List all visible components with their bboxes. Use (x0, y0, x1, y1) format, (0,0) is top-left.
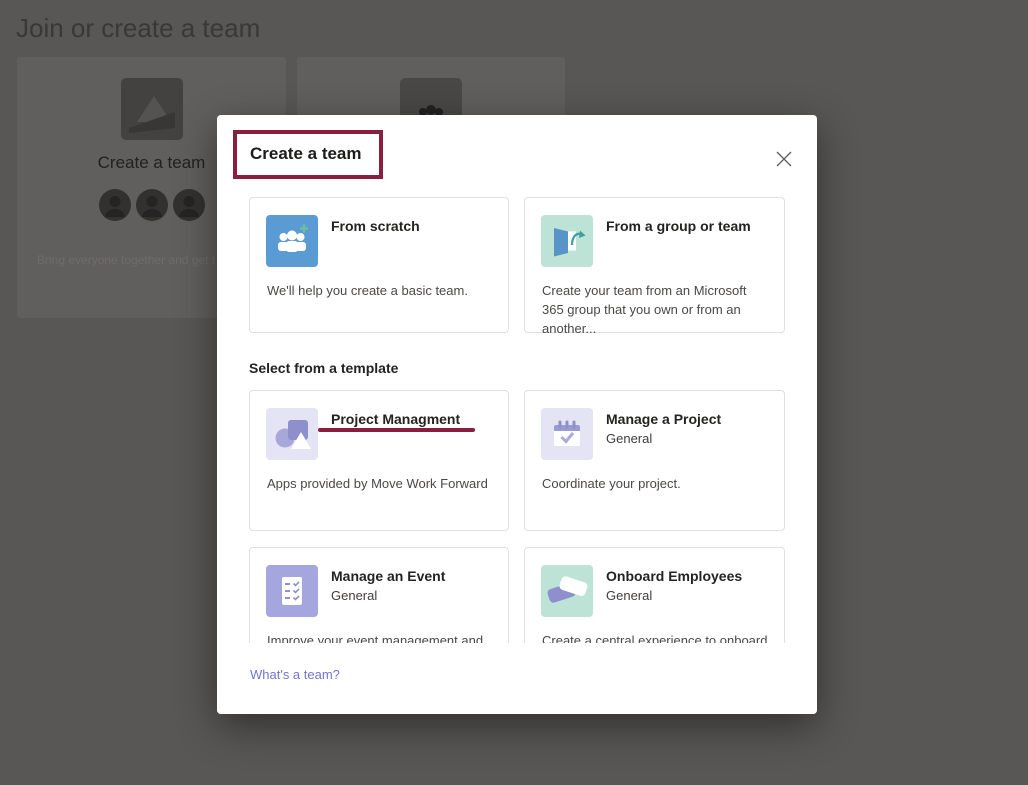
template-subtitle: General (606, 431, 652, 446)
people-add-icon (266, 215, 318, 267)
handshake-icon (541, 565, 593, 617)
annotation-underline (318, 428, 475, 432)
close-icon (775, 150, 793, 168)
template-subtitle: General (606, 588, 652, 603)
calendar-check-icon (541, 408, 593, 460)
option-title: From scratch (331, 218, 420, 234)
avatar (173, 189, 205, 221)
avatar (136, 189, 168, 221)
option-title: From a group or team (606, 218, 751, 234)
template-section-heading: Select from a template (249, 360, 398, 376)
page-title: Join or create a team (16, 13, 260, 44)
template-title: Manage an Event (331, 568, 445, 584)
template-description: Apps provided by Move Work Forward (267, 474, 494, 493)
dialog-title: Create a team (250, 144, 362, 164)
dialog-footer: What's a team? (217, 643, 817, 714)
template-project-managment[interactable]: Project Managment Apps provided by Move … (249, 390, 509, 531)
template-title: Onboard Employees (606, 568, 742, 584)
door-arrow-icon (541, 215, 593, 267)
option-from-group-or-team[interactable]: From a group or team Create your team fr… (524, 197, 785, 333)
whats-a-team-link[interactable]: What's a team? (250, 667, 340, 682)
close-button[interactable] (766, 141, 802, 177)
template-subtitle: General (331, 588, 377, 603)
template-manage-a-project[interactable]: Manage a Project General Coordinate your… (524, 390, 785, 531)
template-description: Coordinate your project. (542, 474, 770, 493)
create-team-description: Bring everyone together and get t (37, 253, 215, 267)
option-description: We'll help you create a basic team. (267, 281, 494, 300)
picture-icon (121, 78, 183, 140)
checklist-icon (266, 565, 318, 617)
avatar (99, 189, 131, 221)
shapes-icon (266, 408, 318, 460)
option-description: Create your team from an Microsoft 365 g… (542, 281, 770, 338)
template-title: Manage a Project (606, 411, 721, 427)
page: Join or create a team Create a team (0, 0, 1028, 785)
create-team-dialog: Create a team From scratch We'll help yo… (217, 115, 817, 714)
option-from-scratch[interactable]: From scratch We'll help you create a bas… (249, 197, 509, 333)
template-title: Project Managment (331, 411, 460, 427)
